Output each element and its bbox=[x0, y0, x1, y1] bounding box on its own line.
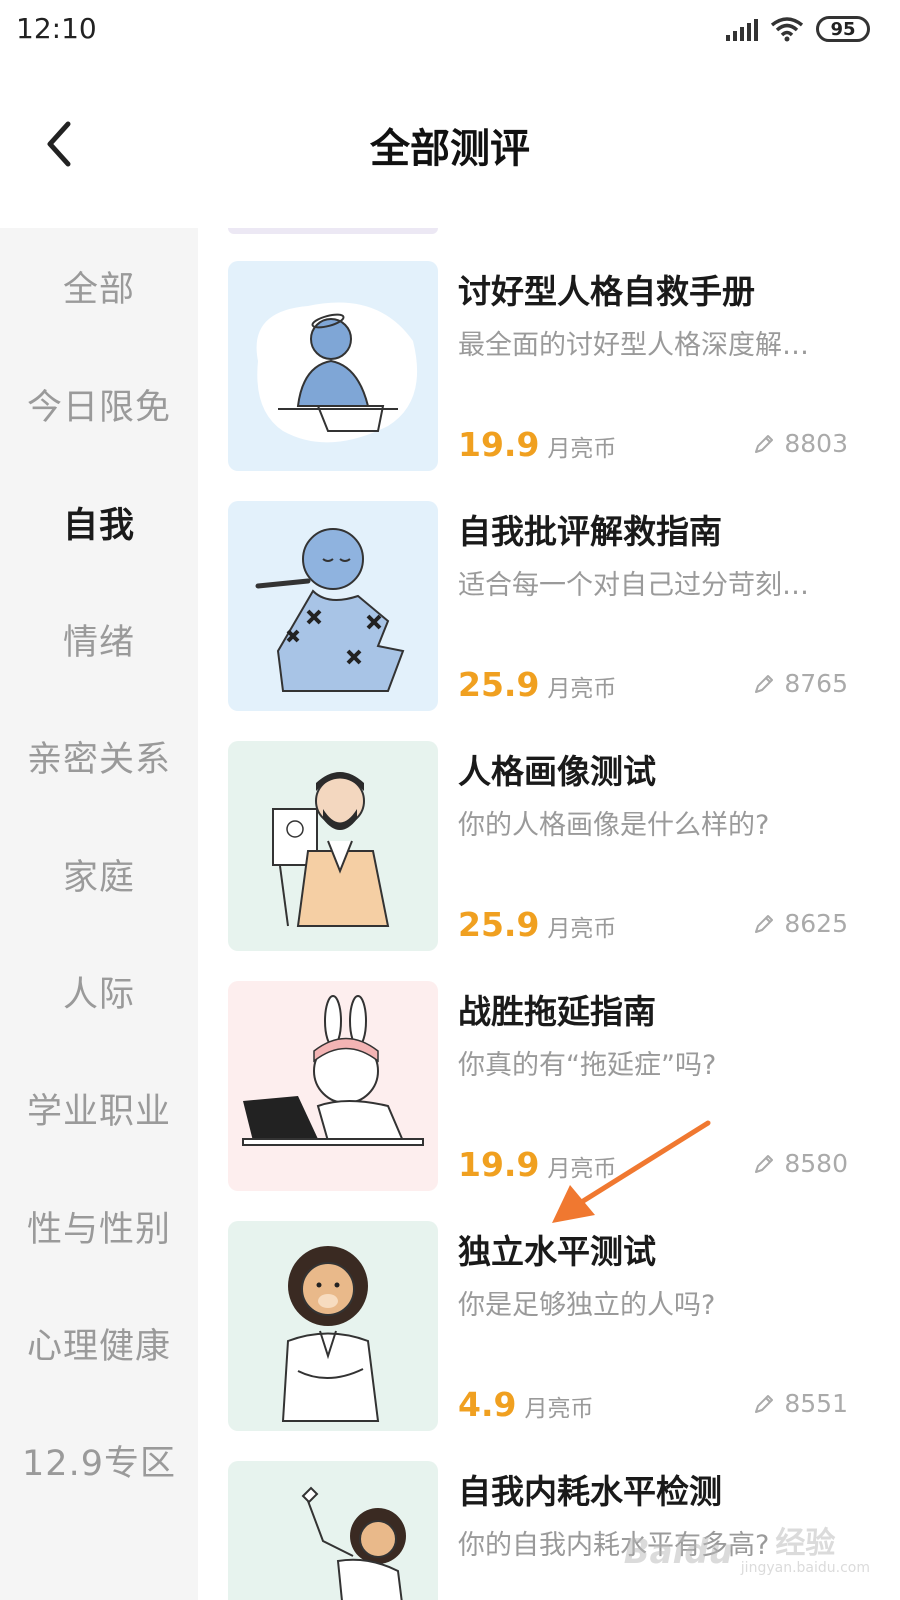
pencil-icon bbox=[755, 674, 774, 693]
price-unit: 月亮币 bbox=[547, 436, 617, 462]
test-list: 讨好型人格自救手册 最全面的讨好型人格深度解… 19.9 月亮币 8803 自我… bbox=[198, 228, 900, 1600]
participant-count: 8551 bbox=[752, 1389, 848, 1418]
card-description: 适合每一个对自己过分苛刻… bbox=[458, 570, 809, 601]
previous-card-edge bbox=[228, 228, 438, 234]
watermark-sub: jingyan.baidu.com bbox=[740, 1560, 870, 1576]
price-unit: 月亮币 bbox=[547, 1156, 617, 1182]
price-unit: 月亮币 bbox=[547, 676, 617, 702]
count-value: 8765 bbox=[784, 669, 848, 698]
pencil-icon bbox=[755, 914, 774, 933]
baidu-watermark: Baidu 经验 jingyan.baidu.com bbox=[623, 1526, 870, 1577]
card-thumbnail bbox=[228, 1221, 438, 1431]
card-description: 你是足够独立的人吗? bbox=[458, 1290, 716, 1321]
participant-count: 8625 bbox=[752, 909, 848, 938]
sidebar-item-mental-health[interactable]: 心理健康 bbox=[0, 1303, 198, 1383]
card-title: 自我内耗水平检测 bbox=[458, 1472, 722, 1511]
pencil-icon bbox=[755, 1154, 774, 1173]
pencil-icon bbox=[755, 434, 774, 453]
battery-icon: 95 bbox=[816, 16, 870, 42]
test-card[interactable]: 人格画像测试 你的人格画像是什么样的? 25.9 月亮币 8625 bbox=[228, 741, 878, 953]
card-title: 战胜拖延指南 bbox=[458, 992, 656, 1031]
card-price: 19.9 月亮币 bbox=[458, 1145, 616, 1184]
count-value: 8803 bbox=[784, 429, 848, 458]
price-value: 19.9 bbox=[458, 425, 540, 464]
sidebar-item-free-today[interactable]: 今日限免 bbox=[0, 364, 198, 444]
sidebar-item-all[interactable]: 全部 bbox=[0, 246, 198, 326]
header: 全部测评 bbox=[0, 64, 900, 228]
card-thumbnail bbox=[228, 741, 438, 951]
price-value: 25.9 bbox=[458, 665, 540, 704]
card-title: 人格画像测试 bbox=[458, 752, 656, 791]
sidebar-item-12-9-zone[interactable]: 12.9专区 bbox=[0, 1420, 198, 1500]
personality-portrait-illustration bbox=[228, 741, 438, 951]
test-card[interactable]: 战胜拖延指南 你真的有“拖延症”吗? 19.9 月亮币 8580 bbox=[228, 981, 878, 1193]
sidebar-item-intimate-relationship[interactable]: 亲密关系 bbox=[0, 716, 198, 796]
price-value: 25.9 bbox=[458, 905, 540, 944]
card-title: 独立水平测试 bbox=[458, 1232, 656, 1271]
self-criticism-illustration bbox=[228, 501, 438, 711]
count-value: 8580 bbox=[784, 1149, 848, 1178]
test-card[interactable]: 独立水平测试 你是足够独立的人吗? 4.9 月亮币 8551 bbox=[228, 1221, 878, 1433]
participant-count: 8803 bbox=[752, 429, 848, 458]
sidebar-item-study-career[interactable]: 学业职业 bbox=[0, 1068, 198, 1148]
card-thumbnail bbox=[228, 1461, 438, 1600]
count-value: 8551 bbox=[784, 1389, 848, 1418]
procrastination-illustration bbox=[228, 981, 438, 1191]
category-sidebar: 全部 今日限免 自我 情绪 亲密关系 家庭 人际 学业职业 性与性别 心理健康 … bbox=[0, 228, 198, 1600]
card-title: 自我批评解救指南 bbox=[458, 512, 722, 551]
self-exhaustion-illustration bbox=[228, 1461, 438, 1600]
price-value: 4.9 bbox=[458, 1385, 517, 1424]
sidebar-item-interpersonal[interactable]: 人际 bbox=[0, 951, 198, 1031]
participant-count: 8580 bbox=[752, 1149, 848, 1178]
card-description: 最全面的讨好型人格深度解… bbox=[458, 330, 809, 361]
card-thumbnail bbox=[228, 981, 438, 1191]
card-price: 4.9 月亮币 bbox=[458, 1385, 593, 1424]
independence-lion-illustration bbox=[228, 1221, 438, 1431]
watermark-main: 经验 bbox=[775, 1526, 836, 1561]
test-card[interactable]: 自我批评解救指南 适合每一个对自己过分苛刻… 25.9 月亮币 8765 bbox=[228, 501, 878, 713]
card-thumbnail bbox=[228, 501, 438, 711]
pencil-icon bbox=[755, 1394, 774, 1413]
price-unit: 月亮币 bbox=[524, 1396, 594, 1422]
card-price: 25.9 月亮币 bbox=[458, 905, 616, 944]
watermark-text: 经验 jingyan.baidu.com bbox=[740, 1526, 870, 1577]
card-price: 25.9 月亮币 bbox=[458, 665, 616, 704]
sidebar-item-family[interactable]: 家庭 bbox=[0, 834, 198, 914]
signal-icon bbox=[726, 17, 758, 41]
sidebar-item-emotion[interactable]: 情绪 bbox=[0, 599, 198, 679]
status-icons: 95 bbox=[726, 16, 870, 42]
price-value: 19.9 bbox=[458, 1145, 540, 1184]
sidebar-item-self[interactable]: 自我 bbox=[0, 482, 198, 562]
card-description: 你的人格画像是什么样的? bbox=[458, 810, 770, 841]
people-pleaser-illustration bbox=[228, 261, 438, 471]
card-title: 讨好型人格自救手册 bbox=[458, 272, 755, 311]
status-bar: 12:10 95 bbox=[0, 0, 900, 64]
price-unit: 月亮币 bbox=[547, 916, 617, 942]
watermark-logo: Baidu bbox=[623, 1532, 733, 1572]
test-card[interactable]: 讨好型人格自救手册 最全面的讨好型人格深度解… 19.9 月亮币 8803 bbox=[228, 261, 878, 473]
card-thumbnail bbox=[228, 261, 438, 471]
page-title: 全部测评 bbox=[370, 126, 530, 172]
participant-count: 8765 bbox=[752, 669, 848, 698]
sidebar-item-sex-gender[interactable]: 性与性别 bbox=[0, 1186, 198, 1266]
count-value: 8625 bbox=[784, 909, 848, 938]
status-time: 12:10 bbox=[16, 12, 97, 45]
card-price: 19.9 月亮币 bbox=[458, 425, 616, 464]
card-description: 你真的有“拖延症”吗? bbox=[458, 1050, 717, 1081]
wifi-icon bbox=[770, 17, 804, 42]
